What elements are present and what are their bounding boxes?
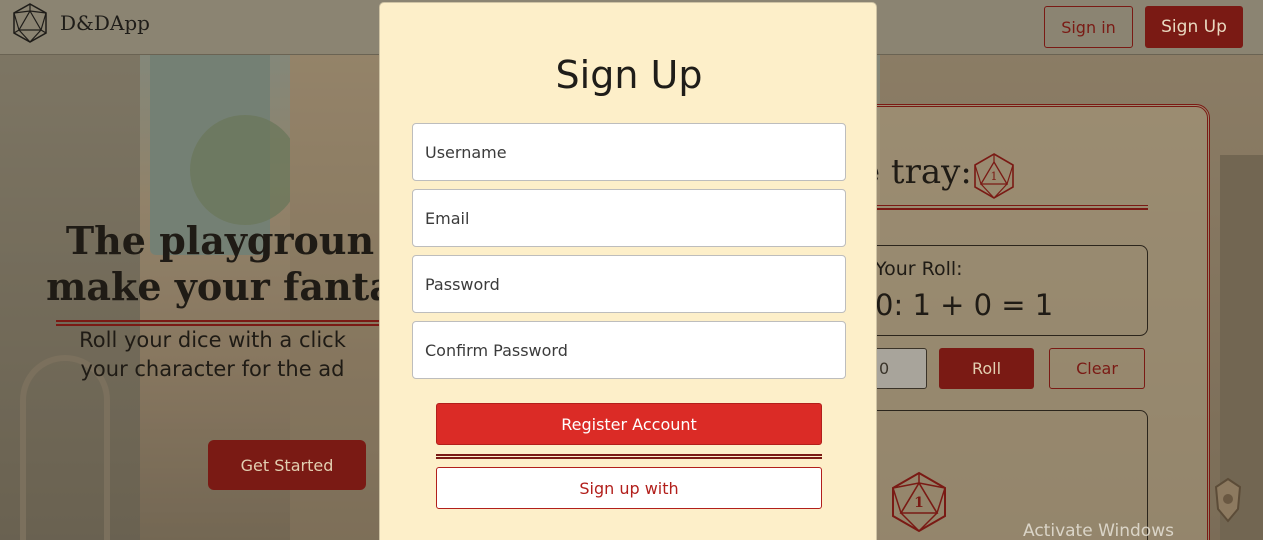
d20-logo-icon <box>13 3 47 43</box>
d20-die-icon[interactable]: 1 <box>889 470 949 534</box>
brand-name: D&DApp <box>60 11 150 35</box>
shield-icon <box>1214 477 1242 523</box>
modal-divider <box>436 454 822 459</box>
confirm-password-input[interactable] <box>412 321 846 379</box>
modal-title: Sign Up <box>555 53 703 97</box>
hero-subtitle: Roll your dice with a click your charact… <box>40 326 385 384</box>
sign-in-button[interactable]: Sign in <box>1044 6 1133 48</box>
hero-title: The playgroun make your fanta <box>40 218 400 310</box>
hero-subtitle-line2: your character for the ad <box>80 357 345 381</box>
username-input[interactable] <box>412 123 846 181</box>
hero-title-line2: make your fanta <box>46 264 394 309</box>
logo[interactable]: D&DApp <box>12 3 150 43</box>
activate-windows-watermark: Activate Windows <box>1023 521 1174 540</box>
email-input[interactable] <box>412 189 846 247</box>
dice-tray-divider <box>870 205 1148 210</box>
clear-button[interactable]: Clear <box>1049 348 1145 389</box>
hero-title-line1: The playgroun <box>65 218 375 263</box>
big-d20-face-value: 1 <box>914 495 924 511</box>
password-input[interactable] <box>412 255 846 313</box>
roll-button[interactable]: Roll <box>939 348 1034 389</box>
sign-up-modal: Sign Up Register Account Sign up with <box>379 2 877 540</box>
d20-face-value: 1 <box>991 170 998 183</box>
sign-up-with-button[interactable]: Sign up with <box>436 467 822 509</box>
d20-icon: 1 <box>974 153 1014 199</box>
hero-subtitle-line1: Roll your dice with a click <box>79 328 346 352</box>
register-account-button[interactable]: Register Account <box>436 403 822 445</box>
roll-result: 0: 1 + 0 = 1 <box>875 288 1054 322</box>
get-started-button[interactable]: Get Started <box>208 440 366 490</box>
sign-up-nav-button[interactable]: Sign Up <box>1145 6 1243 48</box>
roll-label: Your Roll: <box>875 258 963 280</box>
